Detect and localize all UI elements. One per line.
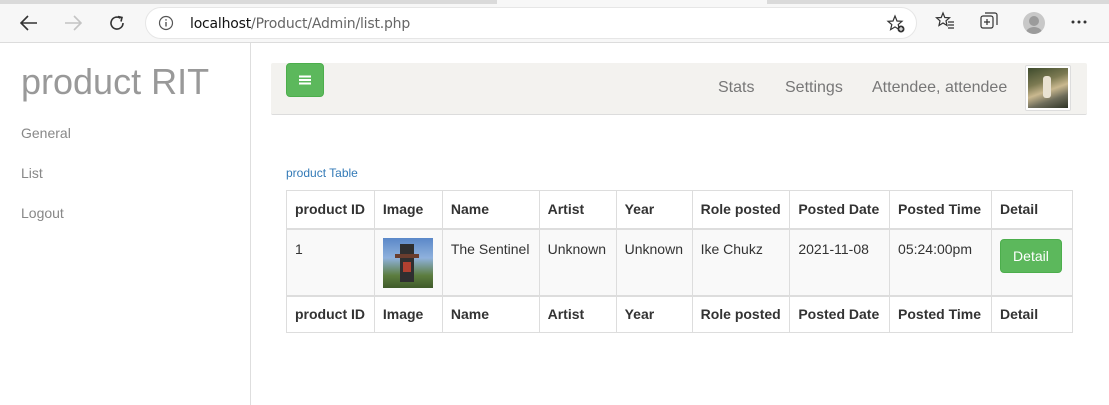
column-footer: Role posted	[691, 294, 791, 333]
detail-button[interactable]: Detail	[999, 238, 1062, 273]
cell-name: The Sentinel	[441, 228, 540, 296]
nav-link-stats[interactable]: Stats	[718, 79, 754, 97]
table-row: 1 The Sentinel Unknown Unknown Ike Chukz…	[286, 228, 1074, 296]
forward-arrow-icon	[65, 15, 82, 31]
browser-toolbar: localhost/Product/Admin/list.php	[0, 0, 1109, 43]
cell-artist: Unknown	[538, 228, 617, 296]
profile-avatar-icon[interactable]	[1023, 12, 1045, 34]
column-footer: Name	[441, 294, 540, 333]
address-bar[interactable]: localhost/Product/Admin/list.php	[145, 7, 917, 39]
user-avatar[interactable]	[1025, 65, 1071, 111]
column-header[interactable]: Year	[615, 190, 693, 230]
column-footer: Image	[373, 294, 443, 333]
table-footer-row: product ID Image Name Artist Year Role p…	[286, 294, 1074, 333]
brand-title[interactable]: product RIT	[21, 61, 209, 103]
sidebar-item-general[interactable]: General	[21, 125, 71, 141]
column-footer: product ID	[286, 294, 375, 333]
refresh-button[interactable]	[102, 8, 132, 38]
product-thumbnail	[382, 237, 433, 288]
table-caption: product Table	[286, 166, 358, 180]
nav-link-user[interactable]: Attendee, attendee	[872, 79, 1007, 97]
column-footer: Artist	[538, 294, 617, 333]
more-options-icon[interactable]	[1071, 20, 1087, 24]
column-footer: Posted Time	[889, 294, 992, 333]
hamburger-icon	[299, 75, 311, 85]
url-host: localhost	[190, 16, 252, 32]
nav-link-settings[interactable]: Settings	[785, 79, 843, 97]
cell-image	[373, 228, 443, 296]
favorites-icon[interactable]	[935, 11, 955, 31]
back-button[interactable]	[14, 8, 44, 38]
cell-posted-time: 05:24:00pm	[889, 228, 992, 296]
tab-strip	[0, 0, 1109, 4]
column-header[interactable]: Posted Date	[789, 190, 891, 230]
column-header[interactable]: product ID	[286, 190, 375, 230]
column-header[interactable]: Name	[441, 190, 540, 230]
column-footer: Year	[615, 294, 693, 333]
collections-icon[interactable]	[979, 11, 999, 31]
cell-product-id: 1	[286, 228, 375, 296]
column-footer: Posted Date	[789, 294, 891, 333]
menu-toggle-button[interactable]	[286, 63, 324, 97]
cell-year: Unknown	[615, 228, 693, 296]
product-table: product ID Image Name Artist Year Role p…	[286, 190, 1074, 333]
sidebar: product RIT General List Logout	[0, 43, 251, 405]
column-header[interactable]: Detail	[990, 190, 1074, 230]
column-header[interactable]: Artist	[538, 190, 617, 230]
info-icon[interactable]	[158, 15, 174, 31]
forward-button[interactable]	[58, 8, 88, 38]
cell-posted-date: 2021-11-08	[789, 228, 891, 296]
column-footer: Detail	[990, 294, 1074, 333]
add-favorite-icon[interactable]	[886, 14, 906, 34]
url-path: /Product/Admin/list.php	[251, 16, 411, 32]
top-navbar: Stats Settings Attendee, attendee	[271, 63, 1087, 115]
sidebar-item-logout[interactable]: Logout	[21, 205, 64, 221]
cell-detail: Detail	[990, 228, 1074, 296]
column-header[interactable]: Role posted	[691, 190, 791, 230]
cell-role-posted: Ike Chukz	[691, 228, 791, 296]
table-header-row: product ID Image Name Artist Year Role p…	[286, 190, 1074, 230]
column-header[interactable]: Posted Time	[889, 190, 992, 230]
sidebar-item-list[interactable]: List	[21, 165, 43, 181]
url-text: localhost/Product/Admin/list.php	[190, 16, 410, 32]
refresh-icon	[110, 15, 124, 30]
column-header[interactable]: Image	[373, 190, 443, 230]
back-arrow-icon	[20, 15, 37, 31]
